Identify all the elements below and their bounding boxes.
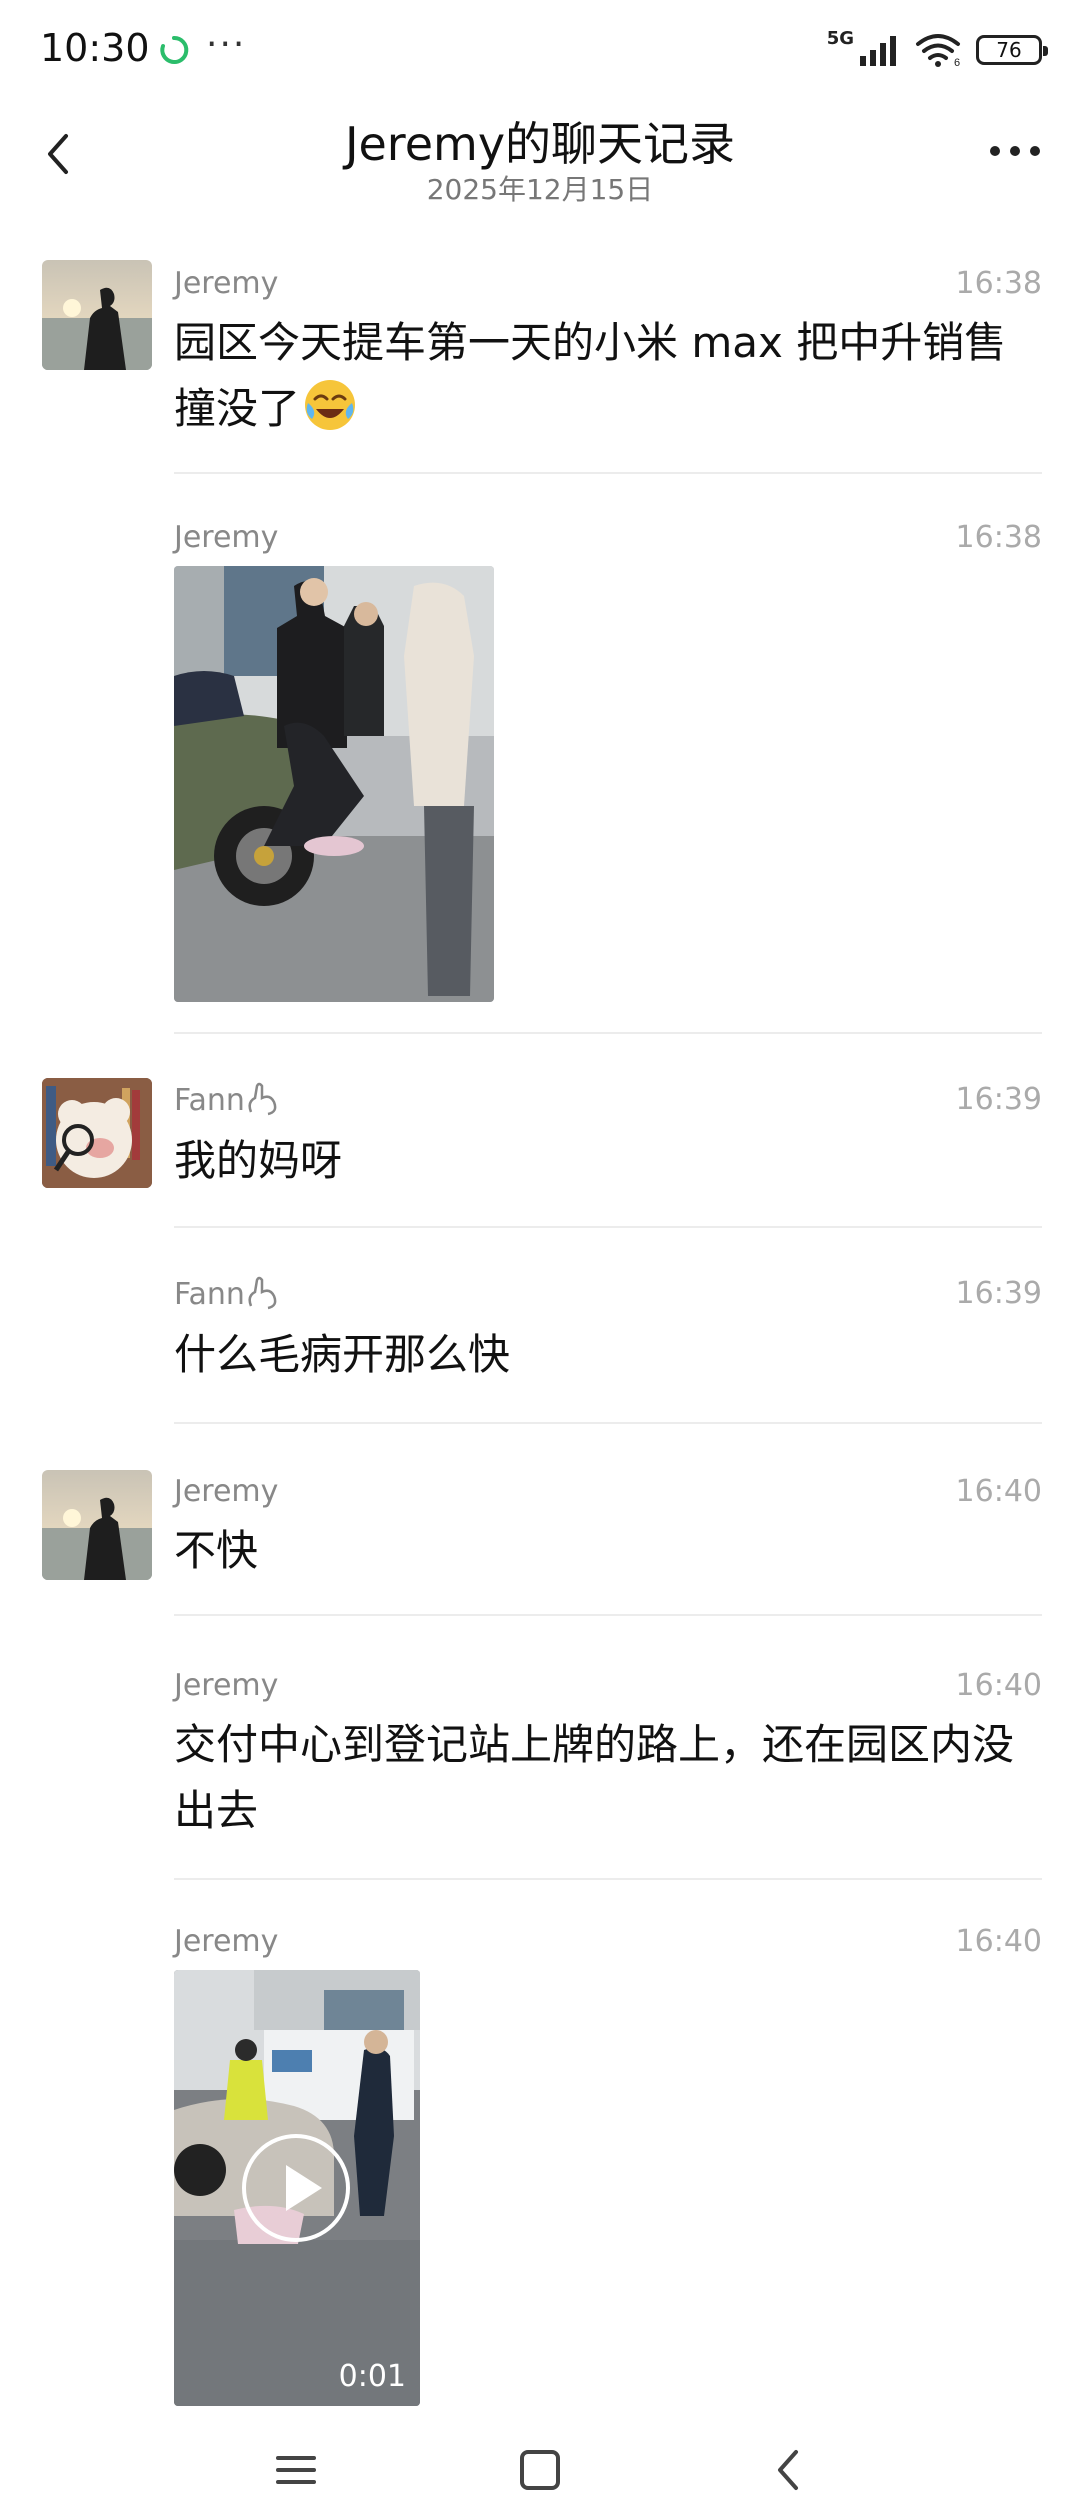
sender-name-text: Fann	[174, 1277, 245, 1312]
message-text: 园区今天提车第一天的小米 max 把中升销售撞没了	[174, 310, 1044, 442]
more-dot-icon	[990, 146, 1000, 156]
chat-history-header: Jeremy的聊天记录 2025年12月15日	[0, 100, 1080, 220]
message-time: 16:39	[955, 1082, 1042, 1117]
message-divider	[174, 472, 1042, 474]
more-dot-icon	[1030, 146, 1040, 156]
play-video-button[interactable]	[242, 2134, 350, 2242]
menu-button[interactable]	[266, 2440, 326, 2500]
avatar-fann[interactable]	[42, 1078, 152, 1188]
message-text: 什么毛病开那么快	[174, 1330, 511, 1379]
message-text: 交付中心到登记站上牌的路上，还在园区内没出去	[174, 1720, 1015, 1835]
system-navigation-bar	[0, 2420, 1080, 2520]
sender-name-text: Fann	[174, 1083, 245, 1118]
wifi-icon: 6	[916, 34, 960, 68]
message-time: 16:40	[955, 1668, 1042, 1703]
avatar-image	[42, 260, 152, 370]
sender-name: Fann	[174, 1276, 281, 1312]
message-time: 16:39	[955, 1276, 1042, 1311]
page-date: 2025年12月15日	[426, 173, 654, 206]
message-text: 不快	[174, 1526, 259, 1575]
message-item[interactable]: Fann 16:39 我的妈呀	[0, 1076, 1080, 1228]
system-back-button[interactable]	[760, 2440, 820, 2500]
message-item[interactable]: Jeremy 16:38	[0, 514, 1080, 1034]
signal-icon	[860, 36, 896, 66]
avatar-image	[42, 1470, 152, 1580]
sender-name: Jeremy	[174, 266, 279, 301]
more-notifications-icon: ···	[206, 24, 247, 65]
message-divider	[174, 1878, 1042, 1880]
message-item[interactable]: Jeremy 16:40 交付中心到登记站上牌的路上，还在园区内没出去	[0, 1664, 1080, 1880]
accident-photo-image	[174, 566, 494, 1002]
home-button[interactable]	[510, 2440, 570, 2500]
message-divider	[174, 1032, 1042, 1034]
message-item[interactable]: Jeremy 16:40 不快	[0, 1468, 1080, 1616]
message-divider	[174, 1422, 1042, 1424]
page-title: Jeremy的聊天记录	[344, 117, 736, 171]
status-time: 10:30	[40, 26, 150, 70]
avatar-jeremy[interactable]	[42, 260, 152, 370]
network-type: 5G	[826, 27, 854, 49]
avatar-image	[42, 1078, 152, 1188]
message-photo[interactable]	[174, 566, 494, 1002]
sender-name: Jeremy	[174, 1668, 279, 1703]
message-item[interactable]: Fann 16:39 什么毛病开那么快	[0, 1272, 1080, 1424]
message-item[interactable]: Jeremy 16:38 园区今天提车第一天的小米 max 把中升销售撞没了	[0, 258, 1080, 474]
message-time: 16:40	[955, 1474, 1042, 1509]
message-time: 16:40	[955, 1924, 1042, 1959]
avatar-jeremy[interactable]	[42, 1470, 152, 1580]
sender-name: Jeremy	[174, 520, 279, 555]
message-text-content: 园区今天提车第一天的小米 max 把中升销售撞没了	[174, 318, 1007, 433]
sender-name: Fann	[174, 1082, 281, 1118]
sender-name: Jeremy	[174, 1474, 279, 1509]
message-time: 16:38	[955, 266, 1042, 301]
video-duration: 0:01	[338, 2359, 406, 2394]
message-item[interactable]: Jeremy 16:40 0:01	[0, 1920, 1080, 2410]
sender-name-symbol-icon	[248, 1276, 277, 1310]
more-options-button[interactable]	[980, 136, 1050, 166]
status-bar: 10:30 ··· 5G 6 76	[0, 0, 1080, 100]
status-indicators: 5G 6 76	[826, 26, 1048, 74]
battery-level: 76	[996, 38, 1022, 62]
message-text: 我的妈呀	[174, 1136, 343, 1185]
app-notification-icon	[160, 35, 189, 64]
message-divider	[174, 1614, 1042, 1616]
message-video[interactable]: 0:01	[174, 1970, 420, 2406]
battery-icon: 76	[976, 35, 1048, 65]
svg-text:6: 6	[954, 57, 960, 68]
message-time: 16:38	[955, 520, 1042, 555]
message-divider	[174, 1226, 1042, 1228]
more-dot-icon	[1010, 146, 1020, 156]
sender-name: Jeremy	[174, 1924, 279, 1959]
crying-laughing-emoji-icon	[305, 380, 356, 430]
sender-name-symbol-icon	[248, 1082, 277, 1116]
